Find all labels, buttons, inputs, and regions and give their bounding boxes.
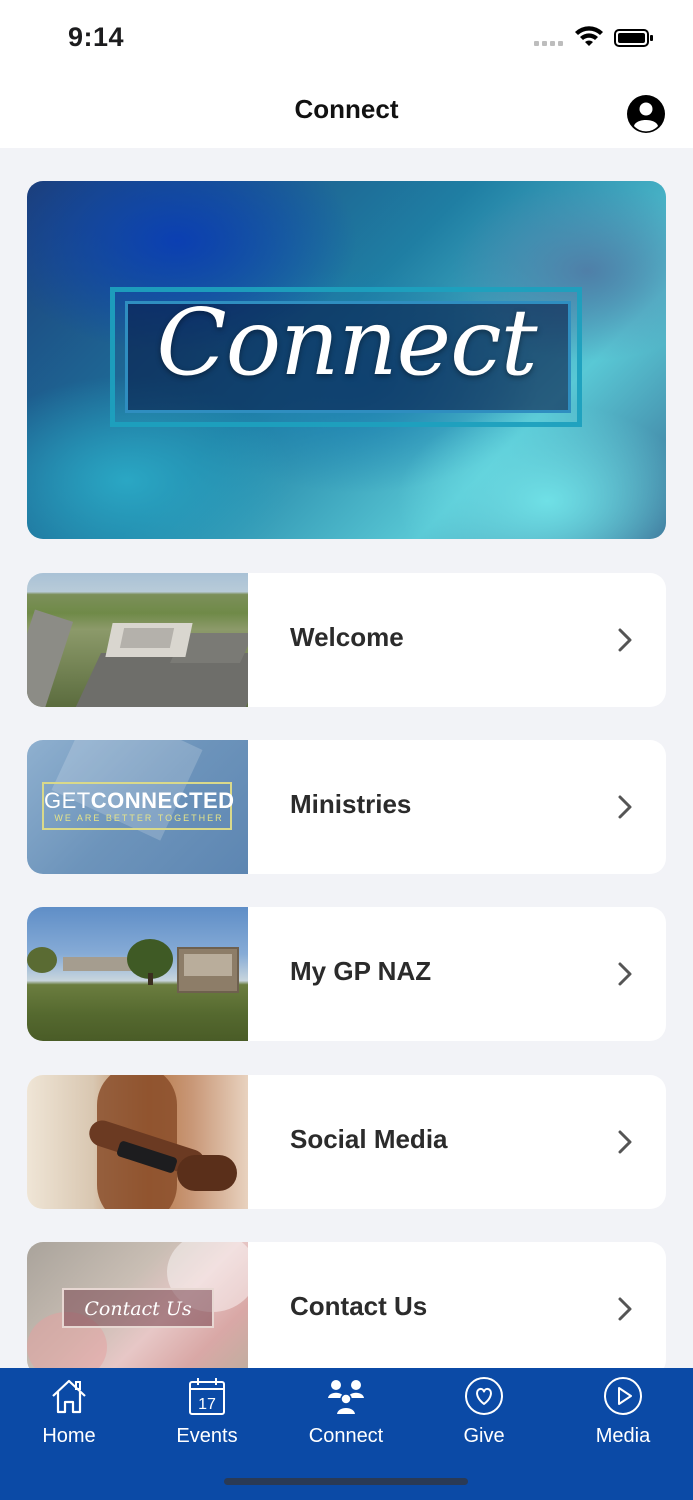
cellular-signal-icon (534, 41, 566, 47)
wifi-icon (575, 26, 603, 46)
list-item-label: Welcome (290, 622, 404, 652)
badge-tagline: WE ARE BETTER TOGETHER (54, 813, 224, 823)
ministries-thumbnail: GETCONNECTED WE ARE BETTER TOGETHER (27, 740, 248, 874)
calendar-icon: 17 (189, 1378, 225, 1415)
page-title: Connect (294, 94, 399, 124)
people-icon (328, 1380, 364, 1414)
hero-title: Connect (156, 289, 537, 396)
chevron-right-icon (618, 962, 632, 986)
list-item-label: My GP NAZ (290, 956, 432, 986)
list-item-contact-us[interactable]: Contact Us Contact Us (27, 1242, 666, 1376)
contact-plate-text: Contact Us (84, 1298, 192, 1320)
tab-label: Connect (308, 1425, 384, 1447)
home-icon (52, 1379, 86, 1414)
get-connected-badge: GETCONNECTED WE ARE BETTER TOGETHER (42, 782, 235, 830)
list-item-social-media[interactable]: Social Media (27, 1075, 666, 1209)
tab-connect[interactable]: Connect (277, 1368, 415, 1468)
tab-label: Home (42, 1425, 96, 1447)
social-media-thumbnail (27, 1075, 248, 1209)
navigation-bar: Connect (0, 72, 693, 148)
home-indicator[interactable] (224, 1478, 468, 1485)
tab-label: Events (176, 1425, 238, 1447)
list-item-label: Contact Us (290, 1291, 428, 1321)
badge-text-get: GET (44, 788, 91, 813)
welcome-thumbnail (27, 573, 248, 707)
tab-events[interactable]: 17 Events (138, 1368, 276, 1468)
tab-label: Media (595, 1425, 651, 1447)
badge-text-connected: CONNECTED (90, 788, 235, 813)
chevron-right-icon (618, 628, 632, 652)
profile-icon[interactable] (626, 94, 666, 134)
status-bar: 9:14 (0, 0, 693, 72)
status-time: 9:14 (68, 22, 125, 52)
list-item-ministries[interactable]: GETCONNECTED WE ARE BETTER TOGETHER Mini… (27, 740, 666, 874)
chevron-right-icon (618, 1130, 632, 1154)
calendar-day-text: 17 (198, 1396, 216, 1413)
list-item-my-gp-naz[interactable]: My GP NAZ (27, 907, 666, 1041)
play-circle-icon (604, 1377, 642, 1415)
tab-give[interactable]: Give (415, 1368, 553, 1468)
hero-banner[interactable]: Connect (27, 181, 666, 539)
list-item-label: Social Media (290, 1124, 448, 1154)
my-gp-naz-thumbnail (27, 907, 248, 1041)
list-item-label: Ministries (290, 789, 412, 819)
heart-circle-icon (465, 1377, 503, 1415)
battery-icon (614, 29, 653, 47)
contact-us-thumbnail: Contact Us (27, 1242, 248, 1376)
tab-home[interactable]: Home (0, 1368, 138, 1468)
tab-media[interactable]: Media (554, 1368, 692, 1468)
chevron-right-icon (618, 795, 632, 819)
list-item-welcome[interactable]: Welcome (27, 573, 666, 707)
chevron-right-icon (618, 1297, 632, 1321)
tab-label: Give (463, 1425, 505, 1447)
